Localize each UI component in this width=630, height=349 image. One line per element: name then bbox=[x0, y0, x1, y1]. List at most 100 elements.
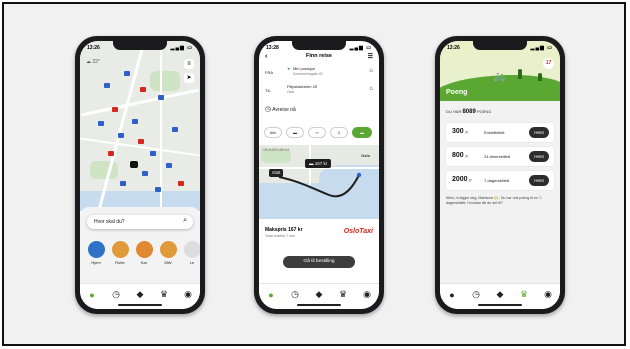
trophy-icon[interactable]: ♛ bbox=[519, 289, 530, 300]
bus-icon[interactable]: ▬ bbox=[286, 127, 304, 138]
end-marker: Slutt bbox=[269, 169, 284, 177]
phone-map: ☁ 22° ≡ ➤ Hvor skal du? ⌕ Hjem Ruter Kar… bbox=[75, 36, 205, 314]
search-input[interactable]: Hvor skal du? ⌕ bbox=[87, 215, 193, 229]
profile-icon[interactable]: ◉ bbox=[362, 289, 373, 300]
screen-points: 🚲 17 Poeng DU HAR 8089 POENG 300 p. Enke… bbox=[440, 41, 560, 309]
search-placeholder: Hvor skal du? bbox=[94, 219, 125, 225]
reward-card: 800 p. 24-timersbillett Hent bbox=[446, 147, 554, 166]
reward-points-value: 800 bbox=[452, 152, 464, 159]
encouragement-text: Kfisli, ni digger deg, Marianne 🙌. Du ha… bbox=[446, 196, 543, 205]
to-field[interactable]: TIL Filipstadveien 25 Oslo ⌂ bbox=[265, 84, 373, 100]
clock-icon[interactable]: ◷ bbox=[290, 289, 301, 300]
clock-icon[interactable]: ◷ bbox=[471, 289, 482, 300]
claim-button[interactable]: Hent bbox=[529, 151, 549, 162]
walk-icon[interactable]: ♙ bbox=[330, 127, 348, 138]
claim-button[interactable]: Hent bbox=[529, 127, 549, 138]
taxi-logo: OsloTaxi bbox=[343, 228, 373, 235]
shortcut-home[interactable]: Hjem bbox=[86, 241, 106, 265]
trophy-icon[interactable]: ♛ bbox=[159, 289, 170, 300]
city-map[interactable] bbox=[80, 41, 200, 211]
reward-points-value: 2000 bbox=[452, 176, 468, 183]
signal-icon: ▂▄▆ ▭ bbox=[349, 45, 372, 51]
home-icon bbox=[87, 241, 105, 258]
order-button[interactable]: Gå til bestilling bbox=[283, 256, 355, 268]
price-tag-text: 167 kr bbox=[314, 161, 328, 166]
reward-card: 300 p. Enkeltbillett Hent bbox=[446, 123, 554, 142]
home-icon[interactable]: ⌂ bbox=[369, 68, 373, 74]
claim-button[interactable]: Hent bbox=[529, 175, 549, 186]
shortcut-kar[interactable]: Kar bbox=[134, 241, 154, 265]
temperature-text: 22° bbox=[92, 59, 100, 65]
notch bbox=[113, 41, 167, 50]
departure-row[interactable]: ◷ Avreise nå bbox=[265, 105, 373, 117]
car-icon[interactable]: ▬ bbox=[352, 127, 372, 138]
shortcut-label: Ruter bbox=[115, 260, 125, 265]
from-field[interactable]: FRA ➤ Min posisjon Drammensgate 40 ⌂ bbox=[265, 66, 373, 82]
notch bbox=[473, 41, 527, 50]
points-suffix: POENG bbox=[476, 109, 492, 114]
cloud-icon: ☁ bbox=[86, 59, 91, 65]
clock-text: 13:26 bbox=[87, 45, 100, 51]
transport-filters: Alle ▬ ∞ ♙ ▬ bbox=[264, 127, 374, 138]
tree-icon bbox=[538, 73, 542, 81]
from-main: Min posisjon bbox=[293, 66, 316, 71]
phone-points: 🚲 17 Poeng DU HAR 8089 POENG 300 p. Enke… bbox=[435, 36, 565, 314]
notification-badge[interactable]: 17 bbox=[543, 58, 554, 69]
phone-trip: ‹ Finn reise ☰ FRA ➤ Min posisjon Dramme… bbox=[254, 36, 384, 314]
profile-icon[interactable]: ◉ bbox=[183, 289, 194, 300]
menu-icon[interactable]: ≡ bbox=[184, 59, 194, 69]
cyclist-icon: 🚲 bbox=[492, 69, 507, 83]
notch bbox=[292, 41, 346, 50]
trophy-icon[interactable]: ♛ bbox=[338, 289, 349, 300]
route-line bbox=[278, 172, 362, 198]
clock-text: 13:26 bbox=[447, 45, 460, 51]
clock-icon: ◷ bbox=[265, 106, 272, 113]
price-panel[interactable]: Makspris 167 kr Total reisetid 7 min Osl… bbox=[259, 221, 379, 249]
travel-time: Total reisetid 7 min bbox=[265, 234, 295, 238]
shortcut-label: Hjem bbox=[91, 260, 101, 265]
to-label: TIL bbox=[265, 88, 271, 93]
home-indicator bbox=[478, 304, 522, 306]
profile-icon[interactable]: ◉ bbox=[543, 289, 554, 300]
price-tag: ▬ 167 kr bbox=[305, 159, 332, 168]
ticket-icon[interactable]: ◆ bbox=[135, 289, 146, 300]
shortcut-more[interactable]: Le bbox=[182, 241, 200, 265]
reward-points: 2000 p. bbox=[452, 176, 472, 183]
from-label: FRA bbox=[265, 70, 273, 75]
screen-trip: ‹ Finn reise ☰ FRA ➤ Min posisjon Dramme… bbox=[259, 41, 379, 309]
shortcut-label: Kar bbox=[140, 260, 148, 265]
clock-icon[interactable]: ◷ bbox=[111, 289, 122, 300]
points-body: DU HAR 8089 POENG 300 p. Enkeltbillett H… bbox=[440, 101, 560, 283]
home-icon[interactable]: ● bbox=[87, 289, 98, 300]
route-map[interactable]: GRÜNERLØKKA Oslo ▬ 167 kr Slutt bbox=[259, 145, 379, 219]
home-indicator bbox=[118, 304, 162, 306]
shortcut-routes[interactable]: Ruter bbox=[110, 241, 130, 265]
reward-points: 300 p. bbox=[452, 128, 469, 135]
home-icon[interactable]: ● bbox=[447, 289, 458, 300]
ticket-icon[interactable]: ◆ bbox=[495, 289, 506, 300]
bike-icon[interactable]: ∞ bbox=[308, 127, 326, 138]
ticket-icon[interactable]: ◆ bbox=[314, 289, 325, 300]
home-icon[interactable]: ● bbox=[266, 289, 277, 300]
reward-points: 800 p. bbox=[452, 152, 469, 159]
pin-icon bbox=[135, 241, 153, 258]
clock-text: 13:28 bbox=[266, 45, 279, 51]
tree-icon bbox=[518, 69, 522, 79]
home-icon[interactable]: ⌂ bbox=[369, 86, 373, 92]
showcase-frame: ☁ 22° ≡ ➤ Hvor skal du? ⌕ Hjem Ruter Kar… bbox=[2, 2, 626, 346]
points-value: 8089 bbox=[462, 109, 476, 115]
reward-points-unit: p. bbox=[465, 154, 469, 158]
max-price: Makspris 167 kr bbox=[265, 227, 303, 233]
reward-points-unit: p. bbox=[465, 130, 469, 134]
reward-name: 24-timersbillett bbox=[484, 154, 511, 159]
to-sub: Oslo bbox=[287, 90, 295, 94]
filter-all[interactable]: Alle bbox=[264, 127, 282, 138]
locate-icon[interactable]: ➤ bbox=[184, 73, 194, 83]
shortcut-label: Le bbox=[189, 260, 195, 265]
departure-text: Avreise nå bbox=[272, 107, 296, 113]
shortcut-mw[interactable]: MW bbox=[158, 241, 178, 265]
reward-name: Enkeltbillett bbox=[484, 130, 505, 135]
more-icon bbox=[183, 241, 200, 258]
car-icon: ▬ bbox=[309, 161, 314, 166]
route-icon bbox=[111, 241, 129, 258]
